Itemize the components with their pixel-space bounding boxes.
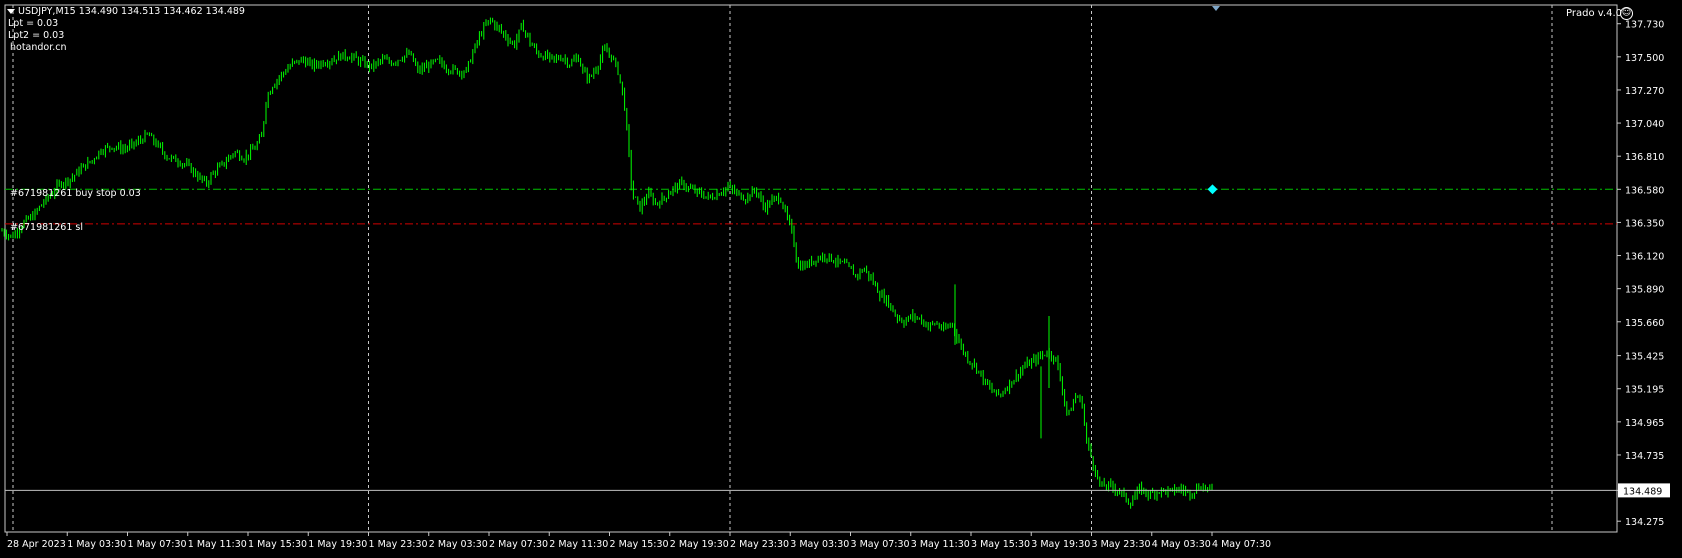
y-tick-label: 135.890 [1625,285,1664,296]
order-handle-marker [1207,184,1218,195]
x-tick-label: 1 May 07:30 [128,539,187,550]
y-tick-label: 137.270 [1625,86,1664,97]
x-tick-label: 3 May 07:30 [851,539,910,550]
x-tick-label: 3 May 15:30 [971,539,1030,550]
x-tick-label: 2 May 19:30 [670,539,729,550]
stop-loss-label[interactable]: #671981261 sl [10,222,83,233]
x-tick-label: 28 Apr 2023 [7,539,66,550]
x-tick-label: 1 May 15:30 [248,539,307,550]
y-tick-label: 135.195 [1625,385,1664,396]
plot-frame [4,4,1618,533]
buy-stop-order-label[interactable]: #671981261 buy stop 0.03 [10,188,141,199]
x-tick-label: 3 May 11:30 [911,539,970,550]
current-price-label: 134.489 [1623,486,1662,497]
x-tick-label: 2 May 11:30 [549,539,608,550]
x-tick-label: 2 May 07:30 [489,539,548,550]
site-label: hotandor.cn [10,42,67,53]
x-tick-label: 3 May 03:30 [790,539,849,550]
x-tick-label: 4 May 03:30 [1152,539,1211,550]
lpt-indicator: Lpt = 0.03 [8,18,59,29]
y-tick-label: 136.810 [1625,152,1664,163]
symbol-info-line: USDJPY,M15 134.490 134.513 134.462 134.4… [18,6,245,17]
y-tick-label: 137.500 [1625,53,1664,64]
smiley-icon[interactable]: ☺ [1620,7,1633,20]
x-tick-label: 2 May 03:30 [429,539,488,550]
y-tick-label: 134.735 [1625,451,1664,462]
x-tick-label: 2 May 23:30 [730,539,789,550]
y-tick-label: 135.425 [1625,352,1664,363]
expert-advisor-name: Prado v.4.0 [1566,8,1622,19]
chart-menu-triangle-icon[interactable] [7,9,15,14]
lpt2-indicator: Lpt2 = 0.03 [8,30,65,41]
price-chart[interactable]: 28 Apr 2023 1 May 03:30 1 May 07:30 1 May 1… [0,0,1682,558]
x-tick-label: 4 May 07:30 [1212,539,1271,550]
y-tick-label: 135.660 [1625,318,1664,329]
y-tick-label: 134.965 [1625,418,1664,429]
y-tick-label: 137.040 [1625,119,1664,130]
y-tick-label: 136.120 [1625,252,1664,263]
y-tick-label: 136.350 [1625,218,1664,229]
x-tick-label: 1 May 03:30 [67,539,126,550]
y-tick-label: 136.580 [1625,185,1664,196]
x-tick-label: 3 May 19:30 [1031,539,1090,550]
x-tick-label: 1 May 19:30 [308,539,367,550]
y-tick-label: 137.730 [1625,20,1664,31]
shift-marker-icon [1212,6,1220,11]
y-tick-label: 134.275 [1625,517,1664,528]
x-tick-label: 2 May 15:30 [610,539,669,550]
x-tick-label: 3 May 23:30 [1092,539,1151,550]
candles [1,17,1213,509]
x-tick-label: 1 May 23:30 [369,539,428,550]
x-tick-label: 1 May 11:30 [188,539,247,550]
